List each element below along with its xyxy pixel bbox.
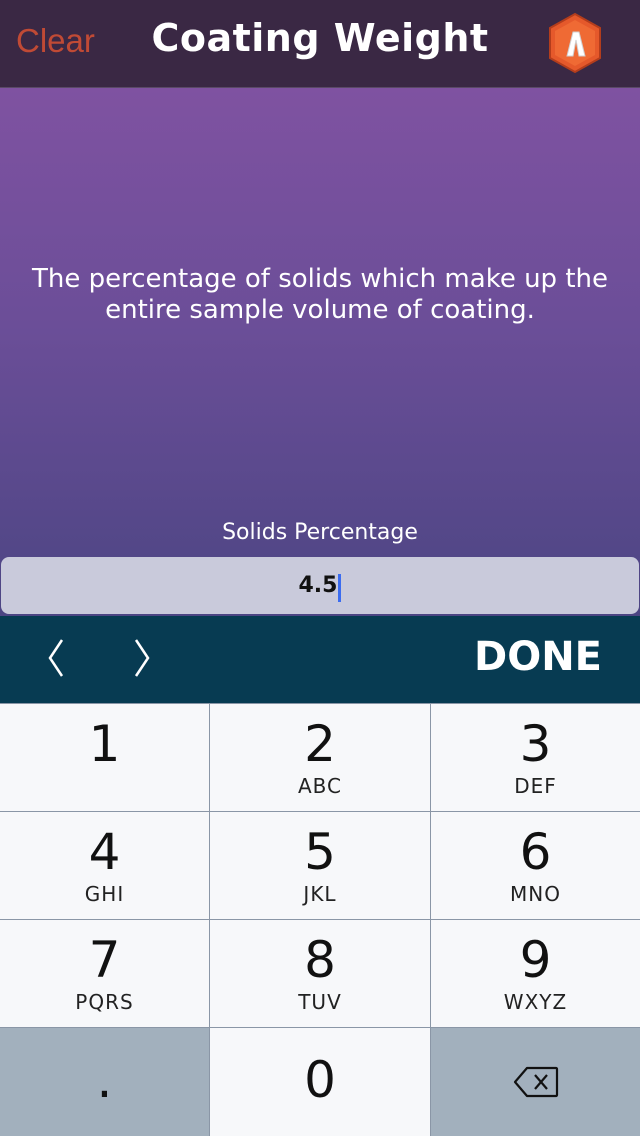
- key-digit: 6: [519, 823, 552, 881]
- field-label: Solids Percentage: [222, 520, 418, 545]
- key-3[interactable]: 3 DEF: [431, 704, 640, 811]
- key-digit: 1: [88, 715, 121, 773]
- key-digit: 0: [304, 1051, 336, 1109]
- key-7[interactable]: 7 PQRS: [0, 920, 209, 1027]
- key-letters: MNO: [510, 882, 561, 906]
- key-letters: WXYZ: [503, 990, 568, 1014]
- key-2[interactable]: 2 ABC: [210, 704, 430, 811]
- text-caret: [338, 573, 342, 602]
- key-8[interactable]: 8 TUV: [210, 920, 430, 1027]
- key-5[interactable]: 5 JKL: [210, 812, 430, 919]
- key-4[interactable]: 4 GHI: [0, 812, 209, 919]
- key-letters: JKL: [303, 882, 337, 906]
- nav-bar: Clear Coating Weight: [0, 0, 640, 88]
- key-digit: 7: [88, 931, 121, 989]
- key-letters: DEF: [514, 774, 557, 798]
- key-9[interactable]: 9 WXYZ: [431, 920, 640, 1027]
- keyboard-toolbar: DONE: [0, 616, 640, 703]
- key-letters: TUV: [298, 990, 342, 1014]
- input-value: 4.5: [298, 573, 338, 598]
- decimal-point-key[interactable]: .: [0, 1028, 209, 1136]
- backspace-icon: [513, 1066, 559, 1098]
- key-digit: .: [96, 1051, 113, 1109]
- key-digit: 9: [519, 931, 552, 989]
- done-button[interactable]: DONE: [474, 634, 602, 680]
- delete-key[interactable]: [431, 1028, 640, 1136]
- chevron-right-icon[interactable]: [122, 634, 162, 682]
- key-digit: 3: [519, 715, 552, 773]
- key-1[interactable]: 1: [0, 704, 209, 811]
- numeric-keypad: 1 2 ABC 3 DEF 4 GHI 5 JKL 6 MNO 7 PQRS 8…: [0, 703, 640, 1136]
- content-area: The percentage of solids which make up t…: [0, 88, 640, 616]
- solids-percentage-input[interactable]: 4.5: [1, 557, 639, 614]
- key-digit: 5: [304, 823, 336, 881]
- key-6[interactable]: 6 MNO: [431, 812, 640, 919]
- field-description: The percentage of solids which make up t…: [31, 264, 608, 325]
- key-digit: 2: [304, 715, 336, 773]
- key-digit: 4: [88, 823, 121, 881]
- key-0[interactable]: 0: [210, 1028, 430, 1136]
- key-letters: GHI: [84, 882, 125, 906]
- chevron-left-icon[interactable]: [36, 634, 76, 682]
- key-letters: PQRS: [75, 990, 134, 1014]
- key-letters: ABC: [297, 774, 342, 798]
- key-digit: 8: [304, 931, 336, 989]
- brand-logo-icon[interactable]: [544, 12, 606, 74]
